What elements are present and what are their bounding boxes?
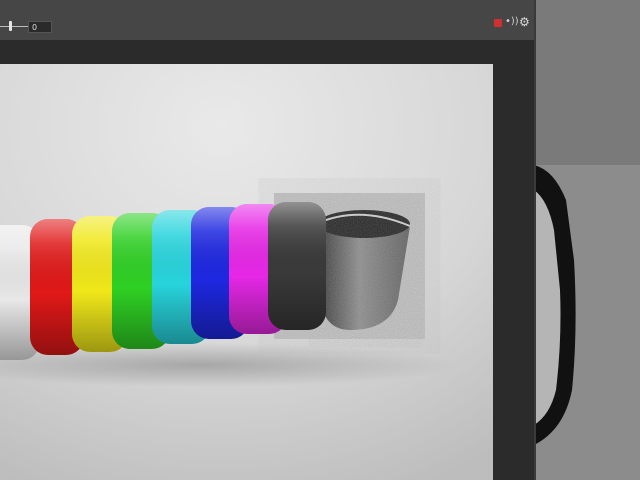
audio-icon[interactable]: •)) xyxy=(505,15,519,29)
frame-slider-track[interactable] xyxy=(0,26,28,27)
record-icon[interactable] xyxy=(494,19,502,27)
side-panel-preview xyxy=(534,0,640,480)
gear-icon[interactable]: ⚙ xyxy=(519,14,530,30)
side-panel xyxy=(534,0,640,480)
frame-number-field[interactable]: 0 xyxy=(28,21,52,33)
viewport-toolbar: 0 •)) ⚙ xyxy=(0,0,534,40)
render-image xyxy=(0,64,493,480)
render-preview[interactable] xyxy=(0,64,493,480)
frame-slider-handle[interactable] xyxy=(9,21,12,31)
